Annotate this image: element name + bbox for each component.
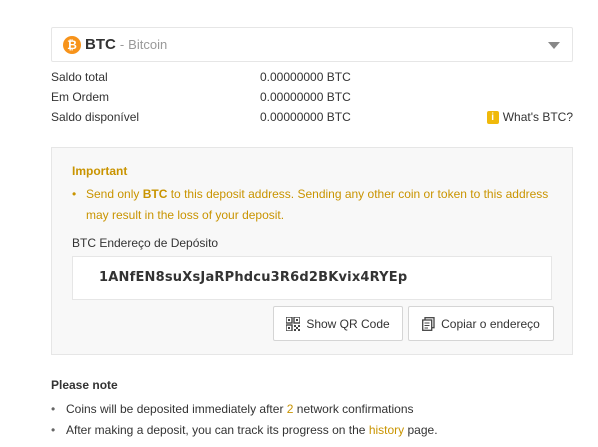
note-text: After making a deposit, you can track it…: [66, 423, 369, 437]
balance-row-in-order: Em Ordem 0.00000000 BTC: [51, 90, 573, 106]
copy-icon: [422, 316, 435, 331]
note-text: Coins will be deposited immediately afte…: [66, 402, 287, 416]
coin-symbol: BTC: [85, 36, 116, 53]
balance-label: Em Ordem: [51, 90, 110, 104]
coin-name: Bitcoin: [128, 37, 168, 52]
warning-coin-symbol: BTC: [142, 187, 168, 201]
note-text: network confirmations: [293, 402, 414, 416]
balance-label: Saldo total: [51, 70, 108, 84]
balance-row-available: Saldo disponível 0.00000000 BTC i What's…: [51, 110, 573, 126]
chevron-down-icon[interactable]: [548, 42, 560, 49]
balance-label: Saldo disponível: [51, 110, 140, 124]
balance-value: 0.00000000 BTC: [260, 90, 351, 104]
please-note-title: Please note: [51, 378, 118, 392]
whats-btc-link[interactable]: i What's BTC?: [486, 110, 573, 124]
note-item-history: • After making a deposit, you can track i…: [51, 423, 438, 437]
deposit-address-field[interactable]: 1ANfEN8suXsJaRPhdcu3R6d2BKvix4RYEp: [72, 256, 552, 300]
copy-address-label: Copiar o endereço: [441, 316, 540, 331]
note-bullet: •: [51, 402, 56, 416]
info-icon: i: [486, 110, 499, 124]
copy-address-button[interactable]: Copiar o endereço: [408, 306, 554, 341]
note-text: page.: [404, 423, 438, 437]
show-qr-code-button[interactable]: Show QR Code: [273, 306, 403, 341]
history-link[interactable]: history: [369, 423, 404, 437]
balance-row-total: Saldo total 0.00000000 BTC: [51, 70, 573, 86]
balance-value: 0.00000000 BTC: [260, 70, 351, 84]
deposit-address-label: BTC Endereço de Depósito: [72, 236, 219, 250]
show-qr-code-label: Show QR Code: [306, 316, 390, 331]
important-warning-text: Send only BTC to this deposit address. S…: [86, 184, 556, 226]
note-bullet: •: [51, 423, 56, 437]
coin-selector-dropdown[interactable]: ₿ BTC - Bitcoin: [51, 27, 573, 62]
qr-code-icon: [286, 316, 301, 331]
coin-separator: -: [119, 37, 125, 52]
bitcoin-logo-icon: ₿: [63, 35, 81, 54]
note-item-confirmations: • Coins will be deposited immediately aft…: [51, 402, 414, 416]
warning-text-start: Send only: [86, 187, 143, 201]
deposit-panel: Important • Send only BTC to this deposi…: [51, 147, 573, 355]
balance-value: 0.00000000 BTC: [260, 110, 351, 124]
important-bullet: •: [72, 187, 77, 201]
whats-btc-label: What's BTC?: [502, 110, 573, 124]
important-title: Important: [72, 164, 128, 178]
